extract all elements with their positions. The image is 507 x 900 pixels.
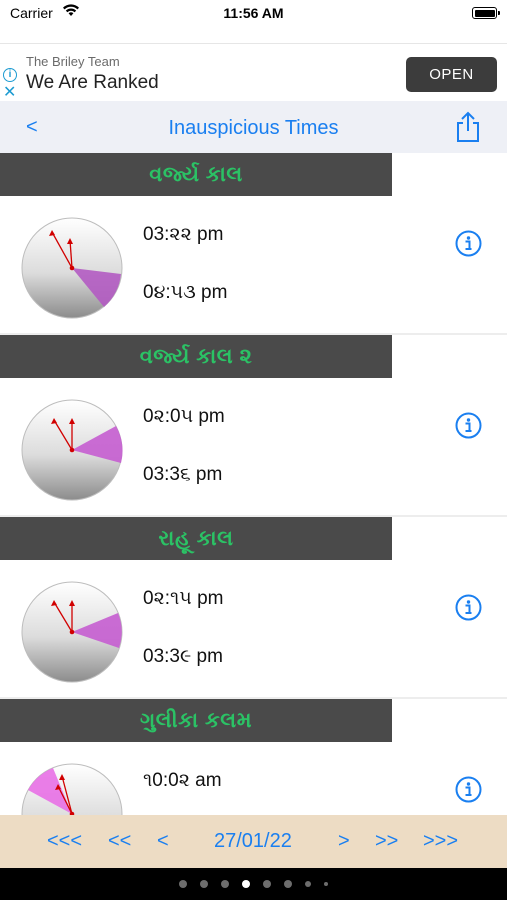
ad-close-icon[interactable]: ✕ [3,85,16,101]
ad-advertiser: The Briley Team [26,54,120,69]
ad-headline: We Are Ranked [26,72,159,93]
prev-day-button[interactable]: < [157,830,169,853]
next-week-button[interactable]: >> [375,830,398,853]
end-time: 03:3૬ pm [143,464,223,485]
section-header-gulika-kalam: ગુલીકા કલમ [0,699,392,742]
time-row: 0૨:0૫ pm 03:3૬ pm [0,378,507,516]
page-indicator-bar [0,868,507,900]
page-dot[interactable] [200,880,208,888]
last-button[interactable]: >>> [423,830,458,853]
first-button[interactable]: <<< [47,830,82,853]
info-icon[interactable] [455,594,482,621]
section-header-varjya-kal: વર્જ્ય કાલ [0,153,392,196]
ad-open-button[interactable]: OPEN [406,57,497,92]
page-dot[interactable] [221,880,229,888]
status-bar: Carrier 11:56 AM [0,0,507,28]
adchoices-icon[interactable]: i [3,68,17,82]
navigation-bar: < Inauspicious Times [0,101,507,153]
info-icon[interactable] [455,776,482,803]
page-title: Inauspicious Times [168,117,339,139]
info-icon[interactable] [455,230,482,257]
start-time: 0૨:૧૫ pm [143,588,224,609]
date-navigation-bar: <<< << < 27/01/22 > >> >>> [0,815,507,868]
section-header-rahu-kal: રાહૂ કાલ [0,517,392,560]
section-header-varjya-kal-2: વર્જ્ય કાલ ૨ [0,335,392,378]
page-dot[interactable] [305,881,311,887]
prev-week-button[interactable]: << [108,830,131,853]
ad-banner[interactable]: i ✕ The Briley Team We Are Ranked OPEN [0,43,507,101]
time-row: 03:૨૨ pm 0૪:૫૩ pm [0,196,507,334]
page-dot[interactable] [179,880,187,888]
end-time: 03:3૯ pm [143,646,223,667]
clock-time: 11:56 AM [223,5,284,21]
clock-dial [21,581,123,683]
page-dots[interactable] [0,880,507,888]
page-dot[interactable] [263,880,271,888]
battery-icon [472,7,500,19]
next-day-button[interactable]: > [338,830,350,853]
page-dot[interactable] [284,880,292,888]
time-row: 0૨:૧૫ pm 03:3૯ pm [0,560,507,698]
start-time: ૧0:0૨ am [143,770,222,791]
end-time: 0૪:૫૩ pm [143,282,228,303]
info-icon[interactable] [455,412,482,439]
share-icon[interactable] [454,111,482,143]
current-date[interactable]: 27/01/22 [214,830,292,853]
start-time: 03:૨૨ pm [143,224,224,245]
clock-dial [21,399,123,501]
screen: Carrier 11:56 AM i ✕ The Briley Team We … [0,0,507,900]
clock-dial [21,217,123,319]
page-dot-active[interactable] [242,880,250,888]
start-time: 0૨:0૫ pm [143,406,225,427]
page-dot[interactable] [324,882,328,886]
